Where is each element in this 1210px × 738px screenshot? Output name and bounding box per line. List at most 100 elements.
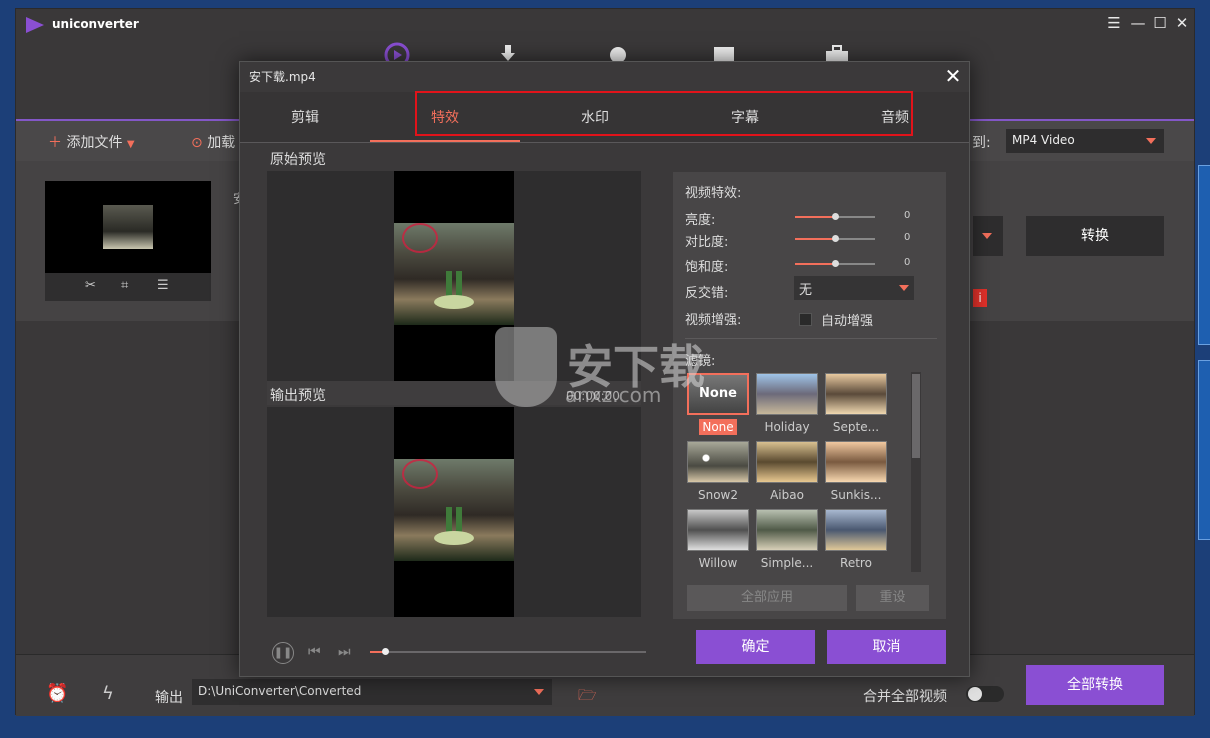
cancel-button[interactable]: 取消 xyxy=(827,630,946,664)
saturation-slider[interactable] xyxy=(795,260,875,267)
toolbox-nav-icon[interactable] xyxy=(822,41,852,63)
reset-button[interactable]: 重设 xyxy=(856,585,929,611)
convert-all-button[interactable]: 全部转换 xyxy=(1026,665,1164,705)
lightning-icon[interactable]: ϟ xyxy=(102,683,114,704)
saturation-label: 饱和度: xyxy=(685,260,729,275)
apply-all-button[interactable]: 全部应用 xyxy=(687,585,847,611)
next-frame-icon[interactable]: ⏭ xyxy=(338,644,351,660)
filter-aibao[interactable]: Aibao xyxy=(756,441,818,502)
original-preview-label: 原始预览 xyxy=(270,152,326,168)
output-label: 输出 xyxy=(155,690,183,706)
brightness-slider[interactable] xyxy=(795,213,875,220)
video-plate xyxy=(434,295,474,309)
filter-september[interactable]: Septe... xyxy=(825,373,887,434)
playback-progress[interactable] xyxy=(370,648,646,655)
filter-label: Snow2 xyxy=(697,488,738,502)
filter-retro[interactable]: Retro xyxy=(825,509,887,570)
filter-label: None xyxy=(699,419,737,435)
adjust-icon[interactable]: ☰ xyxy=(157,278,169,293)
disc-icon: ⊙ xyxy=(191,135,203,151)
brightness-label: 亮度: xyxy=(685,213,716,228)
close-button[interactable]: ✕ xyxy=(1172,13,1192,33)
alarm-clock-icon[interactable]: ⏰ xyxy=(46,683,68,704)
scissors-icon[interactable]: ✂ xyxy=(85,278,96,293)
add-files-label: 添加文件 xyxy=(66,135,123,151)
deinterlace-label: 反交错: xyxy=(685,286,729,301)
filters-scrollbar[interactable] xyxy=(911,372,921,572)
output-path-value: D:\UniConverter\Converted xyxy=(198,684,362,698)
dialog-title: 安下载.mp4 xyxy=(249,70,316,84)
brightness-value: 0 xyxy=(904,210,911,221)
output-format-value: MP4 Video xyxy=(1012,133,1075,147)
output-format-label: 到: xyxy=(972,135,991,151)
pause-icon[interactable]: ❚❚ xyxy=(272,642,294,664)
filter-label: Holiday xyxy=(764,420,810,434)
minimize-button[interactable]: — xyxy=(1128,13,1148,33)
video-thumbnail[interactable] xyxy=(45,181,211,273)
filter-sunkissed[interactable]: Sunkis... xyxy=(825,441,887,502)
app-title: uniconverter xyxy=(52,17,139,31)
auto-enhance-label: 自动增强 xyxy=(821,314,874,329)
output-format-dropdown[interactable]: MP4 Video xyxy=(1006,129,1164,153)
contrast-value: 0 xyxy=(904,232,911,243)
add-files-button[interactable]: ＋ 添加文件 ▼ xyxy=(48,132,135,152)
folder-icon[interactable]: 🗁 xyxy=(578,685,597,710)
filter-simple[interactable]: Simple... xyxy=(756,509,818,570)
chevron-down-icon xyxy=(534,689,544,695)
load-label: 加载 xyxy=(207,135,236,151)
record-nav-icon[interactable] xyxy=(603,41,633,63)
merge-all-label: 合并全部视频 xyxy=(863,689,947,705)
chevron-down-icon xyxy=(899,285,909,291)
contrast-slider[interactable] xyxy=(795,235,875,242)
filter-label: Retro xyxy=(840,556,872,570)
crop-icon[interactable]: ⌗ xyxy=(121,278,128,293)
load-button[interactable]: ⊙ 加载 xyxy=(191,132,235,152)
merge-all-toggle[interactable] xyxy=(966,686,1004,702)
previous-frame-icon[interactable]: ⏮ xyxy=(308,644,321,660)
filter-willow[interactable]: Willow xyxy=(687,509,749,570)
dialog-close-icon[interactable]: ✕ xyxy=(943,66,963,86)
thumbnail-image xyxy=(103,205,153,249)
video-effects-header: 视频特效: xyxy=(685,186,742,201)
output-preview-label: 输出预览 xyxy=(270,388,326,404)
video-image xyxy=(394,223,514,325)
effects-separator xyxy=(685,338,937,339)
transfer-nav-icon[interactable] xyxy=(709,41,739,63)
chevron-down-icon: ▼ xyxy=(126,139,135,150)
output-preview xyxy=(267,407,641,617)
download-nav-icon[interactable] xyxy=(493,41,523,63)
tab-trim[interactable]: 剪辑 xyxy=(230,107,380,127)
per-file-format-dropdown[interactable] xyxy=(973,216,1003,256)
desktop-window-fragment xyxy=(1198,165,1210,345)
output-path-field[interactable]: D:\UniConverter\Converted xyxy=(192,679,552,705)
preview-timecode: 00:00:00 xyxy=(566,389,620,403)
saturation-value: 0 xyxy=(904,257,911,268)
convert-button[interactable]: 转换 xyxy=(1026,216,1164,256)
menu-icon[interactable]: ☰ xyxy=(1104,13,1124,33)
filter-label: Septe... xyxy=(832,420,880,434)
video-overlay-scribble xyxy=(402,459,438,489)
video-image xyxy=(394,459,514,561)
info-icon[interactable]: i xyxy=(973,289,987,307)
deinterlace-select[interactable]: 无 xyxy=(794,276,914,300)
ok-button[interactable]: 确定 xyxy=(696,630,815,664)
chevron-down-icon xyxy=(1146,138,1156,144)
app-logo-icon xyxy=(26,17,44,33)
filter-holiday[interactable]: Holiday xyxy=(756,373,818,434)
maximize-button[interactable]: ☐ xyxy=(1150,13,1170,33)
filter-label: Aibao xyxy=(770,488,804,502)
convert-nav-icon[interactable] xyxy=(382,41,412,63)
auto-enhance-checkbox[interactable] xyxy=(799,313,812,326)
filter-label: Sunkis... xyxy=(830,488,882,502)
output-video-frame xyxy=(394,407,514,617)
contrast-label: 对比度: xyxy=(685,235,729,250)
video-overlay-scribble xyxy=(402,223,438,253)
filter-snow2[interactable]: Snow2 xyxy=(687,441,749,502)
desktop-window-fragment xyxy=(1198,360,1210,540)
plus-icon: ＋ xyxy=(48,135,62,151)
video-plate xyxy=(434,531,474,545)
highlight-box xyxy=(415,91,913,136)
chevron-down-icon xyxy=(982,233,992,239)
active-tab-indicator xyxy=(370,140,520,142)
tab-divider xyxy=(240,142,969,143)
